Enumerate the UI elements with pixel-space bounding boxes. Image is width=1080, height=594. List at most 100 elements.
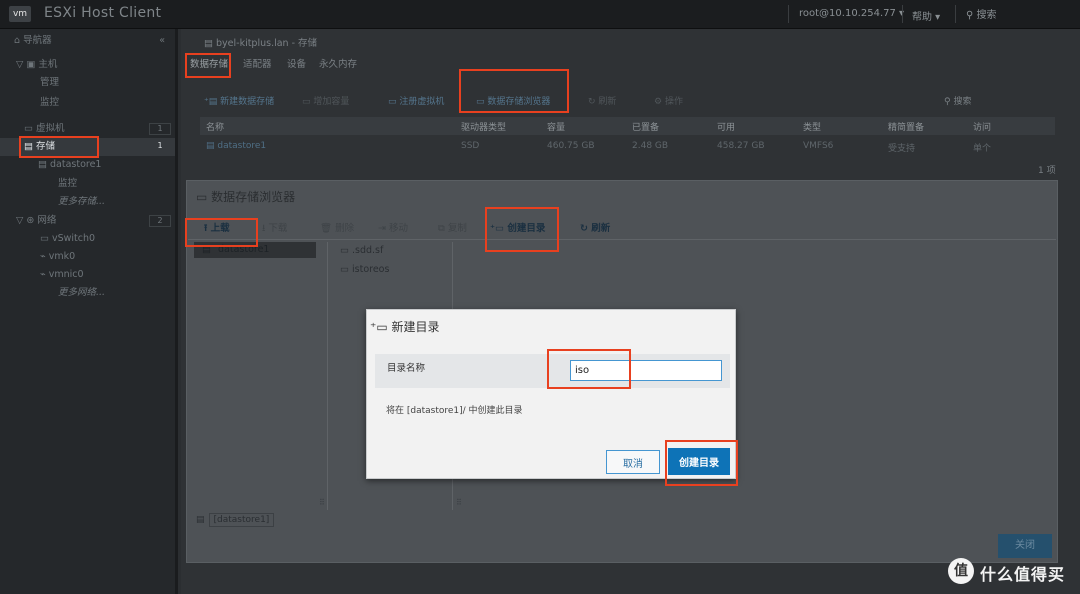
vmware-logo: vm <box>9 6 31 22</box>
top-separator <box>955 5 956 23</box>
home-icon: ⌂ <box>14 35 24 46</box>
cancel-button[interactable]: 取消 <box>606 450 660 474</box>
actions-button[interactable]: ⚙ 操作 <box>654 94 683 107</box>
grid-search[interactable]: ⚲ 搜索 <box>944 94 971 107</box>
user-menu[interactable]: root@10.10.254.77 ▾ <box>799 8 904 19</box>
folder-item[interactable]: ▭ istoreos <box>340 264 389 275</box>
trash-icon: 🗑 <box>320 223 336 234</box>
row-access: 单个 <box>973 144 992 154</box>
resize-handle[interactable]: ⠿ <box>456 498 462 507</box>
refresh-icon: ↻ <box>580 223 592 234</box>
nav-item-label: 更多存储... <box>58 196 106 207</box>
datastore-grid-header: 名称 驱动器类型 容量 已置备 可用 类型 精简置备 访问 <box>200 117 1055 135</box>
new-datastore-icon: ⁺▤ <box>204 97 221 107</box>
highlight-browser-button <box>459 69 569 113</box>
nav-item-networking[interactable]: ▽ ⊛ 网络 2 <box>0 212 175 230</box>
network-count-badge: 2 <box>149 215 171 227</box>
navigator-panel: ⌂ 导航器 « ▽ ▣ 主机 管理 监控 ▭ 虚拟机 1 ▤ 存储 1 ▤ da… <box>0 29 178 594</box>
browser-toolbar: ⭱ 上载 ⭳ 下载 🗑 删除 ⇥ 移动 ⧉ 复制 ⁺▭ 创建目录 ↻ 刷新 <box>188 214 1056 240</box>
new-folder-icon: ⁺▭ <box>370 320 392 334</box>
nav-item-datastore1[interactable]: ▤ datastore1 <box>0 156 175 174</box>
column-thin-provisioning[interactable]: 精简置备 <box>888 120 924 133</box>
nav-item-storage-monitor[interactable]: 监控 <box>0 175 175 193</box>
row-count: 1 项 <box>1038 166 1056 176</box>
folder-item[interactable]: ▭ .sdd.sf <box>340 245 383 256</box>
delete-button[interactable]: 🗑 删除 <box>320 220 354 234</box>
nav-item-more-networks[interactable]: 更多网络... <box>0 284 175 302</box>
register-vm-icon: ▭ <box>388 97 400 107</box>
path-text: [datastore1] <box>208 513 275 527</box>
network-icon: ▽ ⊛ <box>16 215 38 226</box>
nav-item-label: 更多网络... <box>58 287 106 298</box>
breadcrumb-text: byel-kitplus.lan - 存储 <box>216 38 318 49</box>
nav-item-host[interactable]: ▽ ▣ 主机 <box>0 56 175 74</box>
storage-icon: ▤ <box>204 38 216 49</box>
resize-handle[interactable]: ⠿ <box>319 498 325 507</box>
download-button[interactable]: ⭳ 下载 <box>262 220 287 237</box>
nav-item-label: 主机 <box>38 59 58 70</box>
nav-item-more-storage[interactable]: 更多存储... <box>0 193 175 211</box>
nav-item-monitor[interactable]: 监控 <box>0 94 175 112</box>
top-separator <box>788 5 789 23</box>
vmk-icon: ⌁ <box>40 251 49 262</box>
column-type[interactable]: 类型 <box>803 120 821 133</box>
folder-icon: ▭ <box>340 245 352 256</box>
help-menu[interactable]: 帮助 ▾ <box>912 8 940 23</box>
table-row[interactable]: ▤ datastore1 SSD 460.75 GB 2.48 GB 458.2… <box>200 138 1055 156</box>
datastore-icon: ▤ <box>196 515 205 525</box>
refresh-button[interactable]: ↻ 刷新 <box>588 94 616 107</box>
collapse-icon[interactable]: « <box>159 32 165 50</box>
gear-icon: ⚙ <box>654 97 665 107</box>
highlight-create-confirm-button <box>665 440 738 486</box>
browser-datastore-pane <box>192 242 328 510</box>
row-capacity: 460.75 GB <box>547 141 595 151</box>
column-access[interactable]: 访问 <box>973 120 991 133</box>
nav-item-label: 管理 <box>40 77 60 88</box>
navigator-title: 导航器 <box>23 35 52 46</box>
nav-item-manage[interactable]: 管理 <box>0 74 175 92</box>
highlight-upload-button <box>185 218 258 247</box>
row-drive-type: SSD <box>461 141 480 151</box>
new-datastore-button[interactable]: ⁺▤ 新建数据存储 <box>204 94 274 107</box>
search-icon: ⚲ <box>966 10 977 21</box>
breadcrumb: ▤ byel-kitplus.lan - 存储 <box>204 35 317 49</box>
refresh-icon: ↻ <box>588 97 599 107</box>
datastore-icon: ▤ <box>206 141 218 151</box>
increase-capacity-button[interactable]: ▭ 增加容量 <box>302 94 349 107</box>
datastore-toolbar: ⁺▤ 新建数据存储 ▭ 增加容量 ▭ 注册虚拟机 ▭ 数据存储浏览器 ↻ 刷新 … <box>198 90 1054 112</box>
highlight-datastores-tab <box>185 53 231 78</box>
tab-devices[interactable]: 设备 <box>287 56 306 70</box>
column-free[interactable]: 可用 <box>717 120 735 133</box>
column-capacity[interactable]: 容量 <box>547 120 565 133</box>
move-icon: ⇥ <box>378 223 389 234</box>
nav-item-vmnic0[interactable]: ⌁ vmnic0 <box>0 266 175 284</box>
move-button[interactable]: ⇥ 移动 <box>378 220 408 234</box>
nav-item-label: 虚拟机 <box>36 123 65 134</box>
highlight-name-input <box>547 349 631 389</box>
copy-icon: ⧉ <box>438 223 448 234</box>
register-vm-button[interactable]: ▭ 注册虚拟机 <box>388 94 444 107</box>
row-provisioned: 2.48 GB <box>632 141 669 151</box>
highlight-create-directory-button <box>485 207 559 252</box>
tab-adapters[interactable]: 适配器 <box>243 56 272 70</box>
nav-item-vswitch0[interactable]: ▭ vSwitch0 <box>0 230 175 248</box>
copy-button[interactable]: ⧉ 复制 <box>438 220 467 234</box>
browser-refresh-button[interactable]: ↻ 刷新 <box>580 220 610 234</box>
column-provisioned[interactable]: 已置备 <box>632 120 659 133</box>
highlight-storage-nav <box>19 136 99 158</box>
tab-persistent-memory[interactable]: 永久内存 <box>319 56 357 70</box>
row-name[interactable]: ▤ datastore1 <box>206 141 266 151</box>
top-search[interactable]: ⚲ 搜索 <box>966 6 997 21</box>
datastore-icon: ▤ <box>38 159 50 170</box>
increase-capacity-icon: ▭ <box>302 97 314 107</box>
nav-item-vmk0[interactable]: ⌁ vmk0 <box>0 248 175 266</box>
watermark-logo: 值 <box>948 558 974 584</box>
dialog-title: ⁺▭ 新建目录 <box>370 320 440 334</box>
nav-item-label: 监控 <box>58 178 78 189</box>
close-button[interactable]: 关闭 <box>998 534 1052 558</box>
folder-icon: ▭ <box>340 264 352 275</box>
search-label: 搜索 <box>976 10 997 21</box>
column-drive-type[interactable]: 驱动器类型 <box>461 120 506 133</box>
column-name[interactable]: 名称 <box>206 120 224 133</box>
nav-item-label: datastore1 <box>50 159 102 170</box>
